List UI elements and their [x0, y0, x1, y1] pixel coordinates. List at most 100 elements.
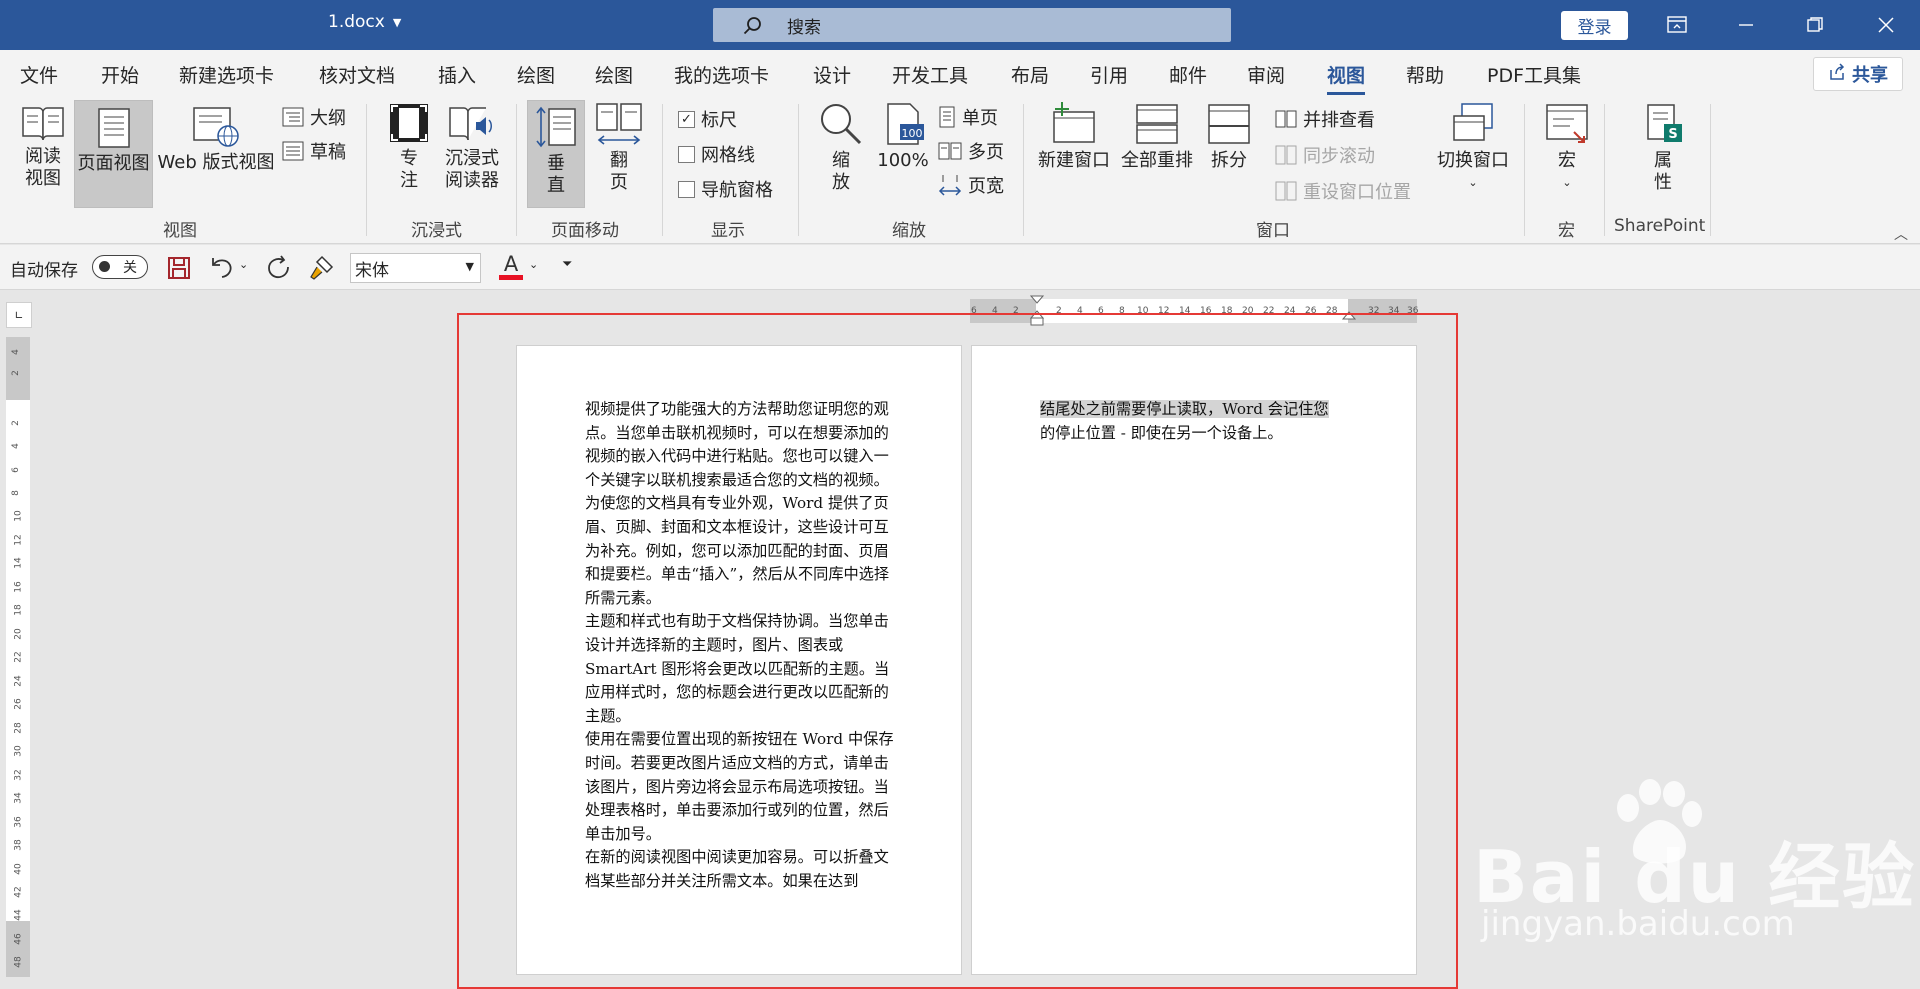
search-box[interactable]: 搜索 [713, 8, 1231, 42]
customize-toolbar-icon[interactable]: ⏷ [562, 257, 572, 272]
document-filename: 1.docx [328, 12, 385, 32]
ruler-tick: 6 [1098, 306, 1104, 316]
gridlines-checkbox[interactable]: 网格线 [678, 141, 755, 167]
close-icon[interactable] [1871, 11, 1901, 39]
ruler-tick: 26 [13, 698, 24, 710]
paragraph[interactable]: 结尾处之前需要停止读取，Word 会记住您 的停止位置 - 即使在另一个设备上。 [1040, 398, 1370, 445]
immersive-reader-button[interactable]: 沉浸式 阅读器 [440, 102, 504, 206]
ruler-tick: 2 [10, 420, 21, 426]
navpane-checkbox[interactable]: 导航窗格 [678, 176, 773, 202]
undo-icon[interactable] [209, 255, 235, 285]
group-divider [1023, 104, 1024, 236]
tab-my-tab[interactable]: 我的选项卡 [674, 61, 769, 88]
tab-review-doc[interactable]: 核对文档 [319, 61, 395, 88]
paragraph[interactable]: 在新的阅读视图中阅读更加容易。可以折叠文档某些部分并关注所需文本。如果在达到 [585, 846, 900, 893]
group-divider [1524, 104, 1525, 236]
page-2-body[interactable]: 结尾处之前需要停止读取，Word 会记住您 的停止位置 - 即使在另一个设备上。 [1040, 398, 1370, 445]
web-layout-button[interactable]: Web 版式视图 [157, 102, 275, 206]
tab-developer[interactable]: 开发工具 [892, 61, 968, 88]
document-title[interactable]: 1.docx ▼ [328, 12, 401, 32]
vertical-ruler[interactable]: 4 2 2 4 6 8 10 12 14 16 18 20 22 24 26 2… [6, 337, 30, 977]
split-label: 拆分 [1211, 150, 1247, 171]
tab-draw-1[interactable]: 绘图 [517, 61, 555, 88]
draft-button[interactable]: 草稿 [282, 138, 346, 164]
ruler-tick: 10 [13, 510, 24, 522]
redo-icon[interactable] [265, 255, 291, 285]
side-to-side-button[interactable]: 翻 页 [592, 102, 646, 206]
tab-draw-2[interactable]: 绘图 [595, 61, 633, 88]
split-button[interactable]: 拆分 [1200, 102, 1258, 206]
paragraph[interactable]: 使用在需要位置出现的新按钮在 Word 中保存时间。若要更改图片适应文档的方式，… [585, 728, 900, 846]
multiple-pages-button[interactable]: 多页 [938, 138, 1004, 164]
ribbon-display-options-icon[interactable] [1662, 11, 1692, 39]
outline-button[interactable]: 大纲 [282, 104, 346, 130]
properties-icon: S [1647, 104, 1682, 142]
watermark-url: jingyan.baidu.com [1481, 904, 1795, 944]
paragraph[interactable]: 主题和样式也有助于文档保持协调。当您单击设计并选择新的主题时，图片、图表或 Sm… [585, 610, 900, 728]
save-icon[interactable] [167, 256, 191, 284]
new-window-button[interactable]: 新建窗口 [1034, 102, 1114, 206]
group-divider [798, 104, 799, 236]
restore-icon[interactable] [1800, 11, 1830, 39]
tab-home[interactable]: 开始 [101, 61, 139, 88]
document-page-2[interactable]: 结尾处之前需要停止读取，Word 会记住您 的停止位置 - 即使在另一个设备上。 [971, 345, 1417, 975]
zoom-button[interactable]: 缩 放 [814, 102, 868, 206]
reset-window-position-button[interactable]: 重设窗口位置 [1275, 178, 1411, 204]
ruler-checkbox[interactable]: ✓ 标尺 [678, 106, 737, 132]
page-1-body[interactable]: 视频提供了功能强大的方法帮助您证明您的观点。当您单击联机视频时，可以在想要添加的… [585, 398, 900, 893]
properties-button[interactable]: S 属 性 [1638, 102, 1688, 206]
highlighted-text[interactable]: 结尾处之前需要停止读取，Word 会记住您 [1040, 400, 1329, 418]
show-group-label: 显示 [711, 221, 745, 241]
ruler-margin-bottom [6, 921, 30, 977]
share-button[interactable]: 共享 [1813, 57, 1903, 91]
arrange-all-button[interactable]: 全部重排 [1116, 102, 1198, 206]
font-color-icon[interactable]: A [498, 251, 524, 287]
ruler-tick: 24 [13, 675, 24, 687]
tab-new[interactable]: 新建选项卡 [179, 61, 274, 88]
macros-button[interactable]: 宏 ⌄ [1540, 102, 1594, 206]
page-width-button[interactable]: 页宽 [938, 172, 1004, 198]
view-side-by-side-button[interactable]: 并排查看 [1275, 106, 1375, 132]
ruler-tick: 16 [1200, 306, 1212, 316]
switch-windows-button[interactable]: 切换窗口 ⌄ [1432, 102, 1514, 206]
focus-button[interactable]: 专 注 [383, 102, 435, 206]
ruler-tick: 34 [1388, 306, 1400, 316]
print-layout-button[interactable]: 页面视图 [74, 100, 153, 208]
paragraph[interactable]: 为使您的文档具有专业外观，Word 提供了页眉、页脚、封面和文本框设计，这些设计… [585, 492, 900, 610]
format-painter-icon[interactable] [308, 255, 334, 285]
collapse-ribbon-icon[interactable]: ︿ [1894, 224, 1908, 244]
tab-file[interactable]: 文件 [20, 61, 58, 88]
tab-references[interactable]: 引用 [1090, 61, 1128, 88]
zoom-100-button[interactable]: 100 100% [874, 102, 932, 206]
tab-review[interactable]: 审阅 [1247, 61, 1285, 88]
font-name-select[interactable]: 宋体 ▼ [350, 253, 481, 283]
share-icon [1828, 62, 1846, 86]
tab-layout[interactable]: 布局 [1011, 61, 1049, 88]
tab-design[interactable]: 设计 [813, 61, 851, 88]
indent-marker-icon[interactable] [1030, 295, 1044, 327]
read-mode-button[interactable]: 阅读 视图 [12, 102, 74, 206]
undo-dropdown-icon[interactable]: ⌄ [239, 258, 248, 271]
tab-help[interactable]: 帮助 [1406, 61, 1444, 88]
tab-stop-selector[interactable]: ∟ [6, 302, 32, 328]
text-line[interactable]: 的停止位置 - 即使在另一个设备上。 [1040, 424, 1283, 442]
immersive-reader-label: 沉浸式 阅读器 [445, 148, 499, 191]
document-page-1[interactable]: 视频提供了功能强大的方法帮助您证明您的观点。当您单击联机视频时，可以在想要添加的… [516, 345, 962, 975]
tab-insert[interactable]: 插入 [438, 61, 476, 88]
font-color-dropdown-icon[interactable]: ⌄ [529, 258, 538, 271]
synchronous-scrolling-button[interactable]: 同步滚动 [1275, 142, 1375, 168]
vertical-button[interactable]: 垂 直 [527, 100, 585, 208]
one-page-button[interactable]: 单页 [938, 104, 998, 130]
paragraph[interactable]: 视频提供了功能强大的方法帮助您证明您的观点。当您单击联机视频时，可以在想要添加的… [585, 398, 900, 492]
minimize-icon[interactable] [1731, 11, 1761, 39]
tab-view[interactable]: 视图 [1327, 61, 1366, 95]
autosave-toggle[interactable]: 关 [92, 255, 148, 279]
right-indent-marker-icon[interactable] [1342, 311, 1356, 323]
tab-mailings[interactable]: 邮件 [1169, 61, 1207, 88]
tab-pdf-tools[interactable]: PDF工具集 [1487, 61, 1581, 88]
login-button[interactable]: 登录 [1561, 11, 1628, 40]
new-window-label: 新建窗口 [1038, 150, 1110, 171]
horizontal-ruler[interactable]: 6 4 2 2 4 6 8 10 12 14 16 18 20 22 24 26… [970, 295, 1418, 326]
checkmark-icon: ✓ [678, 110, 695, 128]
svg-text:A: A [504, 252, 519, 276]
